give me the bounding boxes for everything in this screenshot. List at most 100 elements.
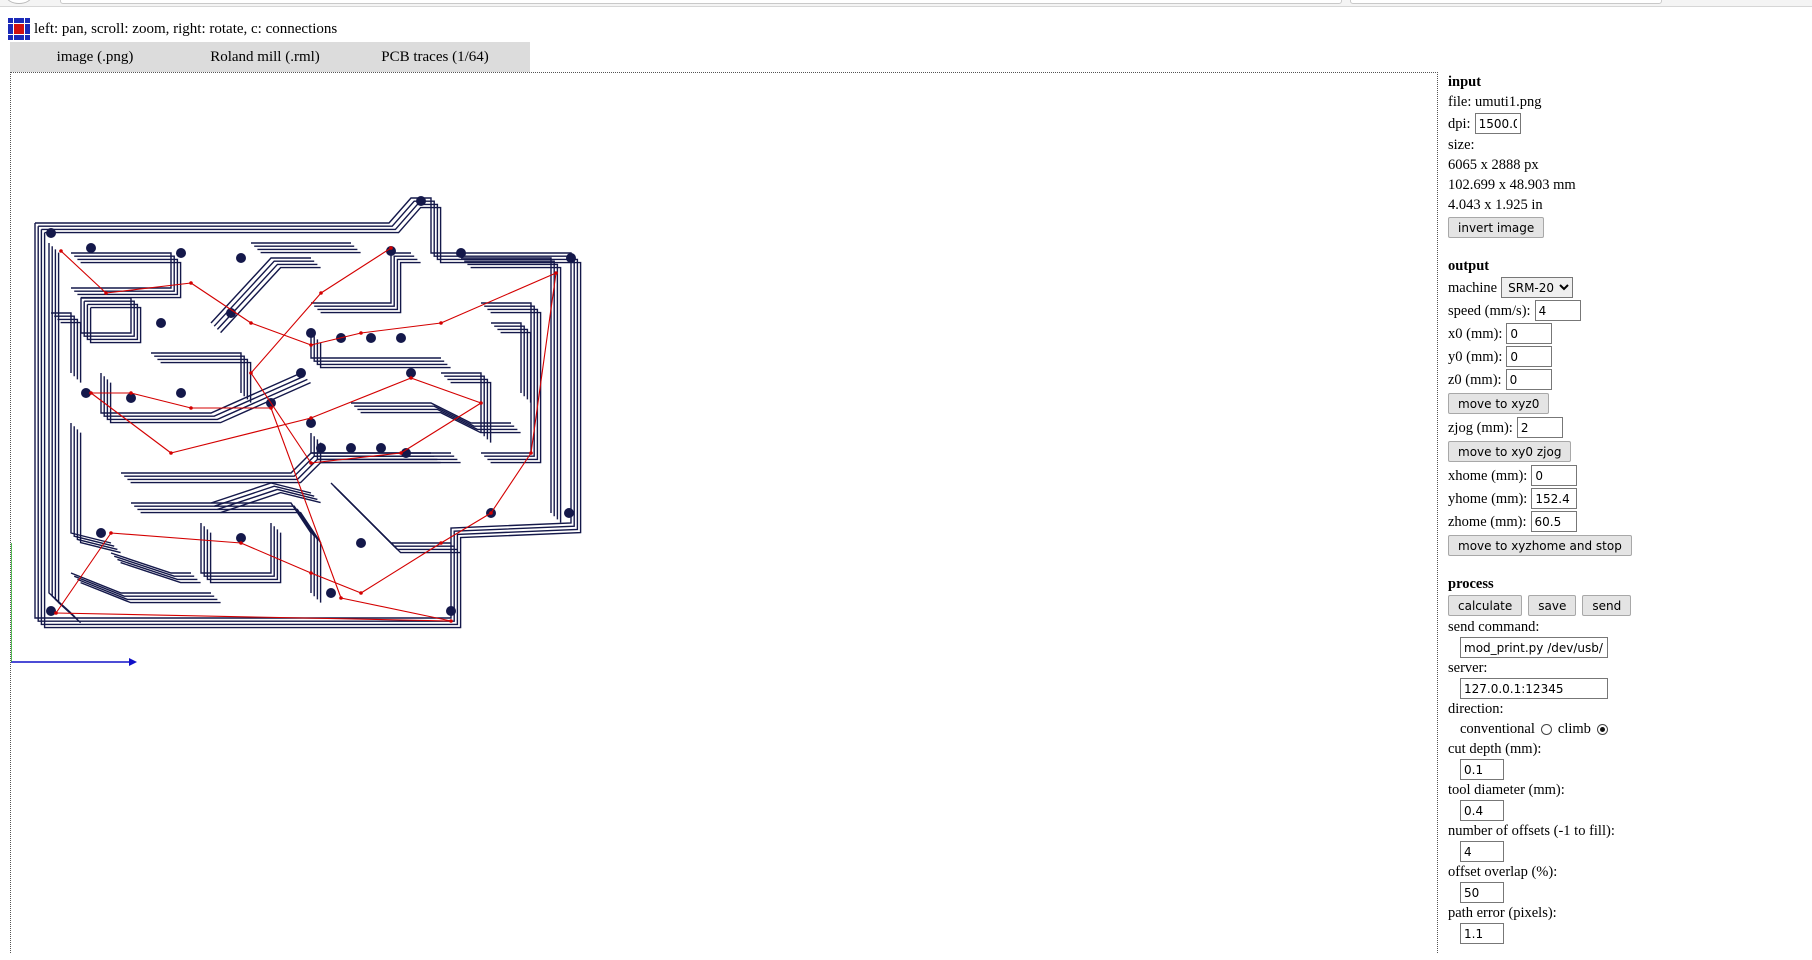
connection-node bbox=[489, 511, 493, 515]
move-to-xyz0-button[interactable]: move to xyz0 bbox=[1448, 393, 1550, 414]
speed-input[interactable] bbox=[1534, 300, 1581, 321]
icon-cell bbox=[24, 18, 30, 23]
z0-row: z0 (mm): bbox=[1448, 368, 1808, 391]
speed-label: speed (mm/s): bbox=[1448, 302, 1531, 319]
connection-node bbox=[439, 541, 443, 545]
pcb-trace bbox=[137, 508, 319, 600]
hint-text: left: pan, scroll: zoom, right: rotate, … bbox=[34, 20, 338, 37]
tool-diameter-input[interactable] bbox=[1460, 800, 1504, 821]
xhome-input[interactable] bbox=[1531, 465, 1578, 486]
pcb-trace bbox=[83, 300, 135, 337]
connection-node bbox=[309, 343, 313, 347]
icon-cell bbox=[19, 23, 24, 29]
path-error-label: path error (pixels): bbox=[1448, 905, 1557, 921]
machine-row: machine SRM-20 bbox=[1448, 276, 1808, 299]
invert-image-button[interactable]: invert image bbox=[1448, 217, 1545, 238]
pcb-pad bbox=[416, 196, 426, 206]
connection-line bbox=[410, 377, 482, 404]
connection-node bbox=[389, 246, 393, 250]
hint-bar: left: pan, scroll: zoom, right: rotate, … bbox=[8, 18, 337, 40]
file-label: file: bbox=[1448, 94, 1472, 110]
pcb-trace bbox=[317, 258, 418, 311]
browser-address-bar[interactable] bbox=[60, 0, 1342, 4]
toolpath-viewport[interactable] bbox=[10, 72, 1438, 953]
save-button[interactable]: save bbox=[1528, 595, 1577, 616]
move-to-xyzhome-button[interactable]: move to xyzhome and stop bbox=[1448, 535, 1632, 556]
server-input[interactable] bbox=[1460, 678, 1608, 699]
pcb-pad bbox=[46, 606, 56, 616]
pcb-pad bbox=[96, 528, 106, 538]
send-command-input[interactable] bbox=[1460, 637, 1608, 658]
connection-node bbox=[109, 531, 113, 535]
connection-node bbox=[189, 406, 193, 410]
icon-cell bbox=[19, 34, 24, 40]
connection-node bbox=[479, 401, 483, 405]
connection-line bbox=[360, 322, 442, 334]
move-to-xy0-zjog-button[interactable]: move to xy0 zjog bbox=[1448, 441, 1572, 462]
toolpath-canvas[interactable] bbox=[11, 73, 1437, 953]
browser-back-button[interactable] bbox=[6, 0, 32, 4]
cut-depth-input[interactable] bbox=[1460, 759, 1504, 780]
connection-line bbox=[250, 322, 312, 346]
icon-cell bbox=[19, 18, 24, 23]
send-button[interactable]: send bbox=[1582, 595, 1632, 616]
dpi-input[interactable] bbox=[1474, 113, 1521, 134]
offsets-input[interactable] bbox=[1460, 841, 1504, 862]
pcb-trace bbox=[500, 331, 532, 403]
process-heading: process bbox=[1448, 576, 1494, 592]
overlap-input[interactable] bbox=[1460, 882, 1504, 903]
climb-radio[interactable] bbox=[1596, 724, 1608, 736]
zhome-input[interactable] bbox=[1530, 511, 1577, 532]
connection-node bbox=[449, 619, 453, 623]
conventional-radio[interactable] bbox=[1540, 724, 1552, 736]
tab-roland-mill-rml[interactable]: Roland mill (.rml) bbox=[180, 49, 350, 66]
yhome-row: yhome (mm): bbox=[1448, 487, 1808, 510]
yhome-input[interactable] bbox=[1531, 488, 1578, 509]
connection-node bbox=[89, 391, 93, 395]
y0-input[interactable] bbox=[1506, 346, 1553, 367]
mods-grid-icon bbox=[8, 18, 30, 40]
connection-line bbox=[310, 452, 402, 464]
machine-select[interactable]: SRM-20 bbox=[1501, 277, 1574, 298]
icon-cell bbox=[19, 29, 24, 34]
browser-search-bar[interactable] bbox=[1350, 0, 1662, 4]
connection-node bbox=[239, 541, 243, 545]
offsets-label: number of offsets (-1 to fill): bbox=[1448, 823, 1615, 839]
x0-row: x0 (mm): bbox=[1448, 322, 1808, 345]
pcb-pad bbox=[366, 333, 376, 343]
connection-node bbox=[189, 281, 193, 285]
pcb-pad bbox=[306, 328, 316, 338]
pcb-trace bbox=[80, 297, 132, 334]
calculate-button[interactable]: calculate bbox=[1448, 595, 1523, 616]
pcb-pad bbox=[236, 253, 246, 263]
offsets-row bbox=[1460, 841, 1808, 862]
tab-image-png[interactable]: image (.png) bbox=[10, 49, 180, 66]
overlap-label: offset overlap (%): bbox=[1448, 864, 1558, 880]
connection-line bbox=[440, 512, 492, 544]
pcb-trace bbox=[210, 482, 312, 504]
pcb-pad bbox=[446, 606, 456, 616]
connection-node bbox=[309, 461, 313, 465]
zjog-label: zjog (mm): bbox=[1448, 419, 1513, 436]
pcb-pad bbox=[456, 248, 466, 258]
pcb-trace bbox=[336, 488, 458, 551]
connection-node bbox=[309, 416, 313, 420]
connection-node bbox=[529, 451, 533, 455]
x0-input[interactable] bbox=[1506, 323, 1553, 344]
path-error-input[interactable] bbox=[1460, 923, 1504, 944]
pcb-pad bbox=[326, 588, 336, 598]
cut-depth-row bbox=[1460, 759, 1808, 780]
pcb-pad bbox=[296, 368, 306, 378]
z0-input[interactable] bbox=[1505, 369, 1552, 390]
input-heading: input bbox=[1448, 74, 1482, 90]
pcb-trace bbox=[71, 252, 172, 289]
connection-node bbox=[359, 591, 363, 595]
connection-line bbox=[240, 542, 312, 574]
pcb-pad bbox=[176, 248, 186, 258]
connection-node bbox=[359, 331, 363, 335]
tab-pcb-traces[interactable]: PCB traces (1/64) bbox=[350, 49, 520, 66]
connection-line bbox=[320, 247, 392, 294]
icon-cell bbox=[13, 18, 19, 23]
zjog-input[interactable] bbox=[1516, 417, 1563, 438]
pcb-trace bbox=[311, 252, 411, 304]
